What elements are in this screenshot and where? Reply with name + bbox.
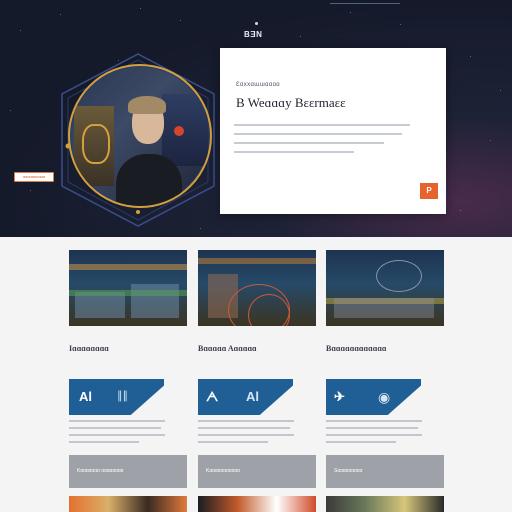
feature-image-2[interactable]	[198, 250, 316, 326]
hero-learn-more-button[interactable]: ɑɑɑɑɑɑɑɑɑɑ	[14, 172, 54, 182]
robot-arm-icon: ᗅ Al	[198, 379, 293, 415]
feature-caption-1[interactable]: Iɑɑɑɑɑɑɑɑ	[69, 344, 109, 353]
feature-image-3[interactable]	[326, 250, 444, 326]
al-stat-icon: Al ∥∥	[69, 379, 164, 415]
feature-caption-2[interactable]: Bɑɑɑɑɑ Aɑɑɑɑɑ	[198, 344, 257, 353]
bottom-image-1[interactable]	[69, 496, 187, 512]
hero-section: BƎN Ɛɑxxɑɯɯɑɑɑɑ B Weɑɑɑy Bɛɛrmaɛɛ	[0, 0, 512, 237]
hero-eyebrow: Ɛɑxxɑɯɯɑɑɑɑ	[236, 82, 281, 88]
feature-image-1[interactable]	[69, 250, 187, 326]
feature-text-2	[198, 420, 294, 448]
hero-title: B Weɑɑɑy Bɛɛrmaɛɛ	[236, 95, 346, 110]
feature-bar-1[interactable]: Kɑɑɑɑɑɑɑ ɑɑɑɑɑɑɑɑ	[69, 455, 187, 488]
feature-caption-3[interactable]: Bɑɑɑɑɑɑɑɑɑɑɑɑ	[326, 344, 387, 353]
top-dot-icon	[255, 22, 258, 25]
hero-cta-button[interactable]: P	[420, 183, 438, 199]
bottom-image-2[interactable]	[198, 496, 316, 512]
feature-text-3	[326, 420, 422, 448]
top-divider	[330, 3, 400, 4]
hero-card: Ɛɑxxɑɯɯɑɑɑɑ B Weɑɑɑy Bɛɛrmaɛɛ	[220, 48, 446, 214]
running-figure-icon: ✈ ◉	[326, 379, 421, 415]
feature-text-1	[69, 420, 165, 448]
feature-bar-3[interactable]: Sɑɑɑɑɑɑɑɑɑ	[326, 455, 444, 488]
brand-logo[interactable]: BƎN	[244, 30, 262, 39]
hexagon-portrait-frame	[56, 52, 220, 228]
feature-bar-2[interactable]: Kɑɑɑɑɑɑɑɑɑɑɑ	[198, 455, 316, 488]
bottom-image-3[interactable]	[326, 496, 444, 512]
engineer-portrait-image	[68, 64, 212, 208]
hero-body-text	[234, 124, 414, 160]
